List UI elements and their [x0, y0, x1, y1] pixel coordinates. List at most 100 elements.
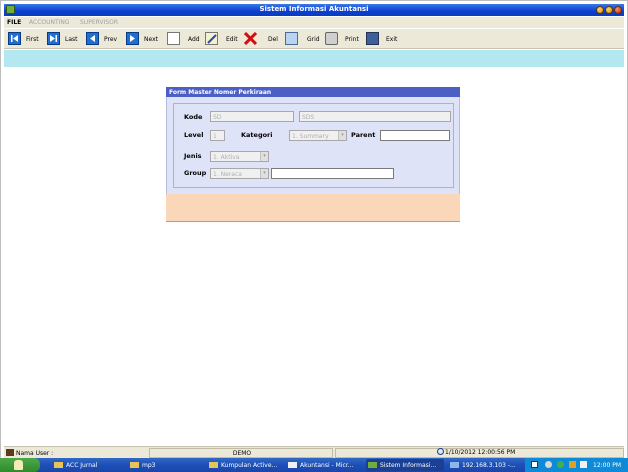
form-group-box: Kode SD SDS Level 1 Kategori 1. Summary …: [173, 103, 454, 188]
jenis-value: 1. Aktiva: [213, 154, 240, 161]
jenis-label: Jenis: [184, 152, 202, 160]
exit-icon: [366, 32, 379, 45]
group-select[interactable]: 1. Neraca ▾: [210, 168, 269, 179]
grid-icon: [285, 32, 298, 45]
grid-label: Grid: [307, 36, 320, 43]
task-mp3[interactable]: mp3: [128, 459, 198, 471]
start-button[interactable]: [0, 458, 40, 472]
last-label: Last: [65, 36, 78, 43]
menu-bar: FILE ACCOUNTING SUPERVISOR: [4, 17, 624, 28]
form-panel: Kode SD SDS Level 1 Kategori 1. Summary …: [166, 97, 460, 194]
chevron-down-icon: ▾: [260, 169, 268, 178]
print-label: Print: [345, 36, 359, 43]
folder-icon: [54, 462, 63, 468]
group-description-input[interactable]: [271, 168, 394, 179]
task-sistem-informasi[interactable]: Sistem Informasi...: [366, 459, 444, 471]
chevron-down-icon: ▾: [260, 152, 268, 161]
app-icon: [288, 462, 297, 468]
delete-button[interactable]: Del: [243, 31, 280, 46]
status-datetime-text: 1/10/2012 12:00:56 PM: [445, 449, 516, 456]
group-label: Group: [184, 169, 207, 177]
grid-button[interactable]: Grid: [285, 32, 323, 46]
add-label: Add: [188, 36, 200, 43]
title-bar[interactable]: Sistem Informasi Akuntansi: [4, 4, 624, 16]
kode-input[interactable]: SD: [210, 111, 294, 122]
delete-icon: [243, 31, 258, 46]
kategori-label: Kategori: [241, 131, 273, 139]
parent-input[interactable]: [380, 130, 450, 141]
task-akuntansi[interactable]: Akuntansi - Micr...: [286, 459, 361, 471]
menu-supervisor[interactable]: SUPERVISOR: [80, 19, 118, 26]
task-remote[interactable]: 192.168.3.103 -...: [448, 459, 522, 471]
edit-icon: [205, 32, 218, 45]
close-button[interactable]: [614, 6, 622, 14]
help-icon[interactable]: [531, 461, 538, 468]
task-label: Sistem Informasi...: [380, 462, 437, 469]
add-icon: [167, 32, 180, 45]
form-title: Form Master Nomer Perkiraan: [166, 87, 460, 97]
task-label: Kumpulan Active...: [221, 462, 278, 469]
folder-icon: [130, 462, 139, 468]
prev-icon: [86, 32, 99, 45]
info-band: [4, 50, 624, 67]
exit-button[interactable]: Exit: [366, 32, 402, 46]
level-label: Level: [184, 131, 204, 139]
network-icon[interactable]: [545, 461, 552, 468]
system-tray: 12:00 PM: [525, 458, 628, 472]
status-user: Nama User :: [4, 448, 147, 458]
group-value: 1. Neraca: [213, 171, 242, 178]
kategori-value: 1. Summary: [292, 133, 329, 140]
tray-app-icon[interactable]: [580, 461, 587, 468]
status-bar: Nama User : DEMO 1/10/2012 12:00:56 PM: [4, 446, 624, 458]
app-window: Sistem Informasi Akuntansi FILE ACCOUNTI…: [0, 0, 628, 472]
parent-label: Parent: [351, 131, 376, 139]
volume-icon[interactable]: [569, 461, 576, 468]
task-acc-jurnal[interactable]: ACC Jurnal: [52, 459, 122, 471]
toolbar: First Last Prev Next Add Edit Del Grid P…: [4, 29, 624, 49]
next-icon: [126, 32, 139, 45]
delete-label: Del: [268, 36, 278, 43]
task-kumpulan[interactable]: Kumpulan Active...: [207, 459, 282, 471]
last-icon: [47, 32, 60, 45]
first-label: First: [26, 36, 39, 43]
first-icon: [8, 32, 21, 45]
status-datetime: 1/10/2012 12:00:56 PM: [437, 448, 515, 456]
chevron-down-icon: ▾: [338, 131, 346, 140]
status-mode: DEMO: [149, 448, 333, 458]
window-title: Sistem Informasi Akuntansi: [259, 5, 369, 13]
prev-label: Prev: [104, 36, 118, 43]
kode-name-input[interactable]: SDS: [299, 111, 451, 122]
edit-button[interactable]: Edit: [205, 32, 241, 46]
prev-button[interactable]: Prev: [86, 32, 122, 46]
next-button[interactable]: Next: [126, 32, 162, 46]
clock-icon: [437, 448, 444, 455]
taskbar: ACC Jurnal mp3 Kumpulan Active... Akunta…: [0, 458, 628, 472]
kategori-select[interactable]: 1. Summary ▾: [289, 130, 347, 141]
first-button[interactable]: First: [8, 32, 44, 46]
status-user-label: Nama User :: [16, 450, 54, 457]
form-footer: [166, 194, 460, 222]
add-button[interactable]: Add: [167, 32, 203, 46]
last-button[interactable]: Last: [47, 32, 83, 46]
tray-clock[interactable]: 12:00 PM: [593, 462, 621, 469]
minimize-button[interactable]: [596, 6, 604, 14]
menu-accounting[interactable]: ACCOUNTING: [29, 19, 70, 26]
maximize-button[interactable]: [605, 6, 613, 14]
task-label: Akuntansi - Micr...: [300, 462, 354, 469]
start-figure-icon: [14, 460, 23, 470]
jenis-select[interactable]: 1. Aktiva ▾: [210, 151, 269, 162]
task-label: mp3: [142, 462, 156, 469]
security-icon[interactable]: [557, 461, 564, 468]
printer-icon: [325, 32, 338, 45]
user-icon: [6, 449, 14, 456]
level-input[interactable]: 1: [210, 130, 225, 141]
task-label: 192.168.3.103 -...: [462, 462, 516, 469]
app-icon: [368, 462, 377, 468]
folder-icon: [209, 462, 218, 468]
next-label: Next: [144, 36, 158, 43]
menu-file[interactable]: FILE: [7, 19, 21, 26]
exit-label: Exit: [386, 36, 398, 43]
kode-label: Kode: [184, 113, 203, 121]
print-button[interactable]: Print: [325, 32, 363, 46]
task-label: ACC Jurnal: [66, 462, 98, 469]
